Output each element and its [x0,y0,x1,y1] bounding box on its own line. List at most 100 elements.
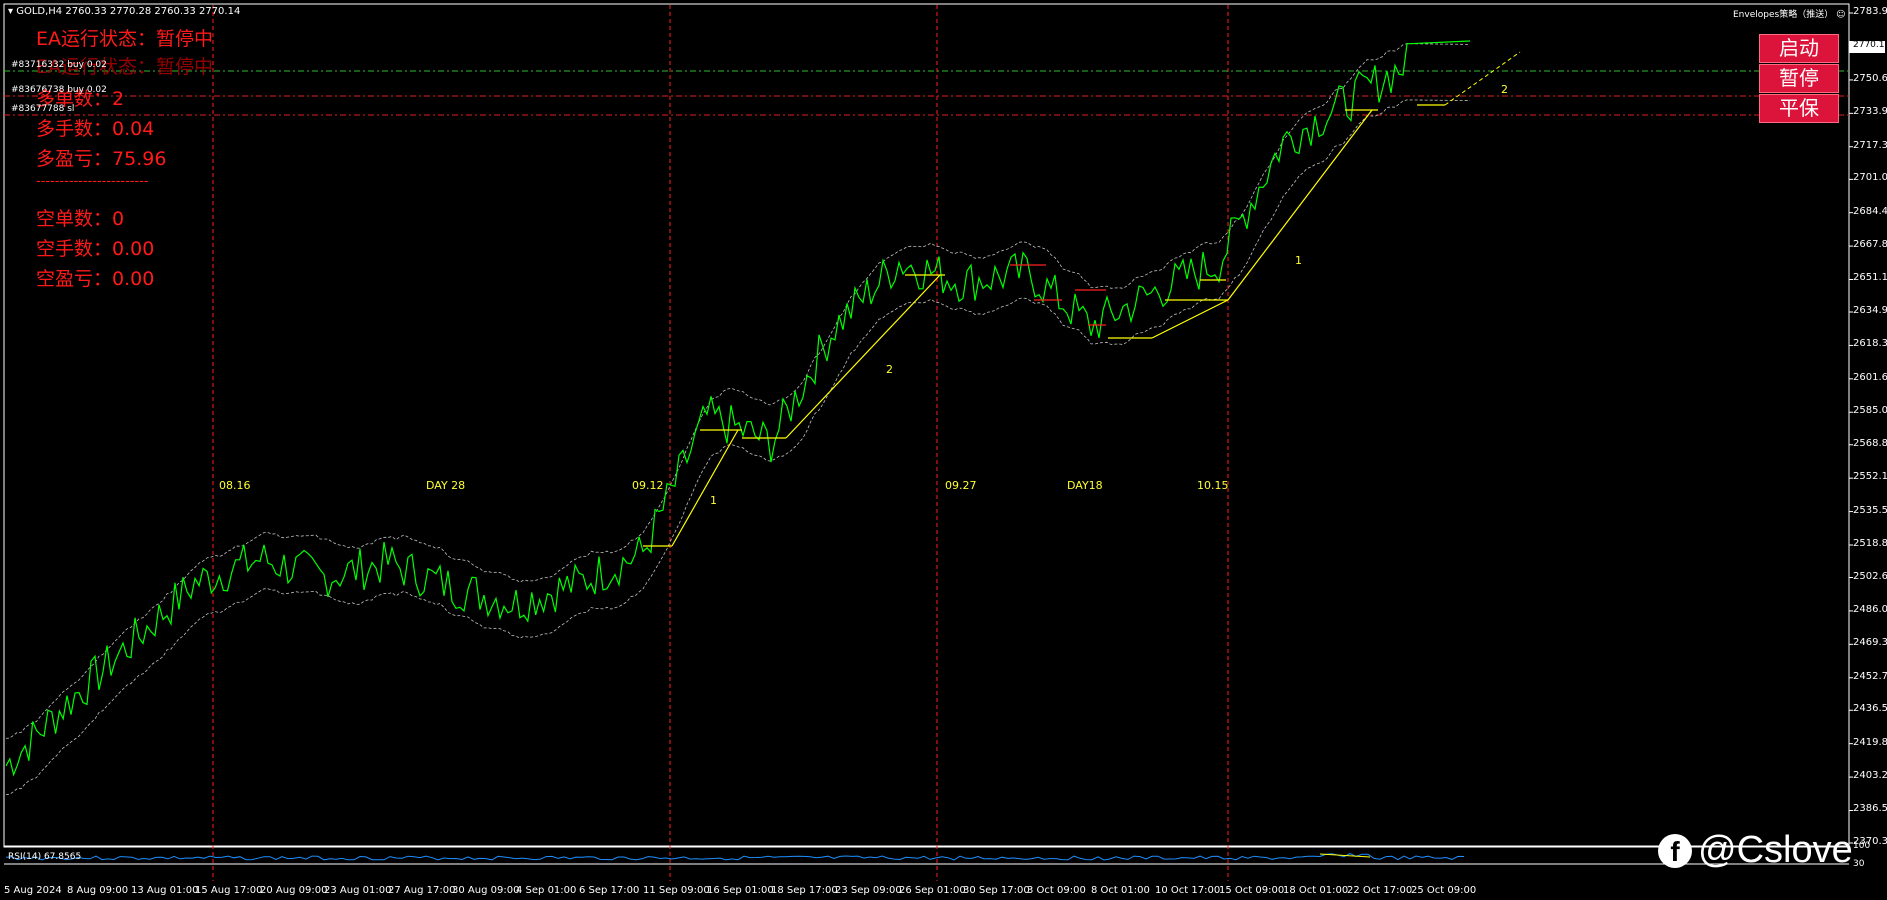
order-label-2[interactable]: #83676738 buy 0.02 [11,85,107,95]
ea-status: EA运行状态：暂停中 [36,28,214,50]
long-pnl-row: 多盈亏：75.96 [36,144,166,171]
rsi-line [5,853,1465,861]
indicator-header: Envelopes策略（推送） ☺ [1733,7,1845,20]
envelope-upper-line [5,43,1471,739]
ea-separator: ------------------------ [36,174,149,189]
price-tick-label: 2535.50 [1853,504,1887,516]
date-tick-label: 8 Oct 01:00 [1091,885,1150,896]
yellow-setup-lines [643,51,1521,547]
order-label-3[interactable]: #83677788 sl [11,104,74,114]
date-tick-label: 20 Aug 09:00 [260,885,328,896]
price-tick-label: 2403.20 [1853,770,1887,782]
short-pnl-label: 空盈亏： [36,268,113,290]
price-tick-label: 2419.85 [1853,736,1887,748]
marker-label-0927: 09.27 [945,479,977,492]
price-tick-label: 2469.35 [1853,637,1887,649]
date-tick-label: 22 Oct 17:00 [1347,885,1413,896]
short-count-row: 空单数：0 [36,204,124,231]
setup-line [1227,109,1373,301]
price-tick-label: 2518.85 [1853,537,1887,549]
date-tick-label: 3 Oct 09:00 [1027,885,1086,896]
short-lots-value: 0.00 [112,238,155,260]
breakeven-button[interactable]: 平保 [1759,94,1839,123]
date-tick-label: 8 Aug 09:00 [67,885,129,896]
chart-frame [3,3,1850,848]
price-tick-label: 2717.30 [1853,139,1887,151]
ohlc-values: 2760.33 2770.28 2760.33 2770.14 [65,6,241,17]
price-tick-label: 2651.15 [1853,272,1887,284]
rsi-tick-label: 100 [1853,841,1871,851]
symbol-label: GOLD,H4 [16,6,63,17]
setup-projection-line [1444,51,1521,106]
price-tick-label: 2452.70 [1853,670,1887,682]
watermark: f @Cslove [1658,829,1853,872]
date-tick-label: 18 Oct 01:00 [1283,885,1349,896]
watermark-text: @Cslove [1698,829,1853,871]
rsi-series-line [5,853,1465,861]
price-tick-label: 2770.14 [1853,40,1887,50]
vertical-markers [212,5,1229,881]
marker-label-day18: DAY18 [1067,479,1103,492]
price-line [5,40,1471,777]
long-pnl-value: 75.96 [112,148,167,170]
marker-label-1015: 10.15 [1197,479,1229,492]
collapse-arrow-icon[interactable]: ▾ [8,6,13,17]
date-tick-label: 23 Aug 01:00 [324,885,392,896]
price-series-line [5,40,1471,777]
marker-label-0816: 08.16 [219,479,251,492]
rsi-label: RSI(14) 67.8565 [8,852,82,862]
price-tick-label: 2552.15 [1853,471,1887,483]
price-tick-label: 2486.00 [1853,603,1887,615]
envelope-upper [5,43,1471,739]
date-tick-label: 13 Aug 01:00 [131,885,199,896]
wave-label-1b: 1 [1295,254,1302,267]
short-count-value: 0 [112,208,125,230]
price-tick-label: 2436.50 [1853,703,1887,715]
price-tick-label: 2750.60 [1853,72,1887,84]
date-tick-label: 15 Aug 17:00 [195,885,263,896]
short-pnl-value: 0.00 [112,268,155,290]
price-tick-label: 2386.55 [1853,803,1887,815]
price-tick-label: 2634.95 [1853,305,1887,316]
long-pnl-label: 多盈亏： [36,148,113,170]
date-tick-label: 16 Sep 01:00 [707,885,774,896]
wave-label-2b: 2 [1501,83,1508,96]
smiley-icon[interactable]: ☺ [1836,10,1845,20]
date-tick-label: 26 Sep 01:00 [899,885,966,896]
date-tick-label: 30 Sep 17:00 [963,885,1030,896]
date-tick-label: 23 Sep 09:00 [835,885,902,896]
date-tick-label: 27 Aug 17:00 [388,885,456,896]
marker-label-0912: 09.12 [632,479,664,492]
price-tick-label: 2568.80 [1853,437,1887,449]
wave-label-1a: 1 [710,494,717,507]
facebook-icon: f [1658,833,1692,868]
pause-button[interactable]: 暂停 [1759,64,1839,93]
long-lots-value: 0.04 [112,118,155,140]
short-lots-label: 空手数： [36,238,113,260]
long-lots-row: 多手数：0.04 [36,114,154,141]
order-lines [4,70,1849,116]
date-tick-label: 6 Sep 17:00 [579,885,640,896]
long-count-value: 2 [112,88,125,110]
chart-header: ▾ GOLD,H4 2760.33 2770.28 2760.33 2770.1… [8,6,240,17]
price-tick-label: 2783.95 [1853,6,1887,17]
price-chart[interactable] [0,0,1887,900]
date-tick-label: 30 Aug 09:00 [452,885,520,896]
price-tick-label: 2684.45 [1853,205,1887,217]
price-tick-label: 2733.95 [1853,106,1887,118]
price-tick-label: 2585.00 [1853,405,1887,417]
date-tick-label: 15 Oct 09:00 [1219,885,1285,896]
price-tick-label: 2618.30 [1853,338,1887,350]
price-ticks [1849,12,1853,844]
short-lots-row: 空手数：0.00 [36,234,154,261]
rsi-tick-label: 30 [1853,859,1865,869]
price-tick-label: 2701.05 [1853,172,1887,184]
date-tick-label: 11 Sep 09:00 [643,885,710,896]
date-tick-label: 18 Sep 17:00 [771,885,838,896]
date-tick-label: 25 Oct 09:00 [1411,885,1477,896]
marker-label-day28: DAY 28 [426,479,466,492]
price-tick-label: 2667.80 [1853,239,1887,251]
short-count-label: 空单数： [36,208,113,230]
order-label-1[interactable]: #83716332 buy 0.02 [11,60,107,70]
start-button[interactable]: 启动 [1759,34,1839,63]
